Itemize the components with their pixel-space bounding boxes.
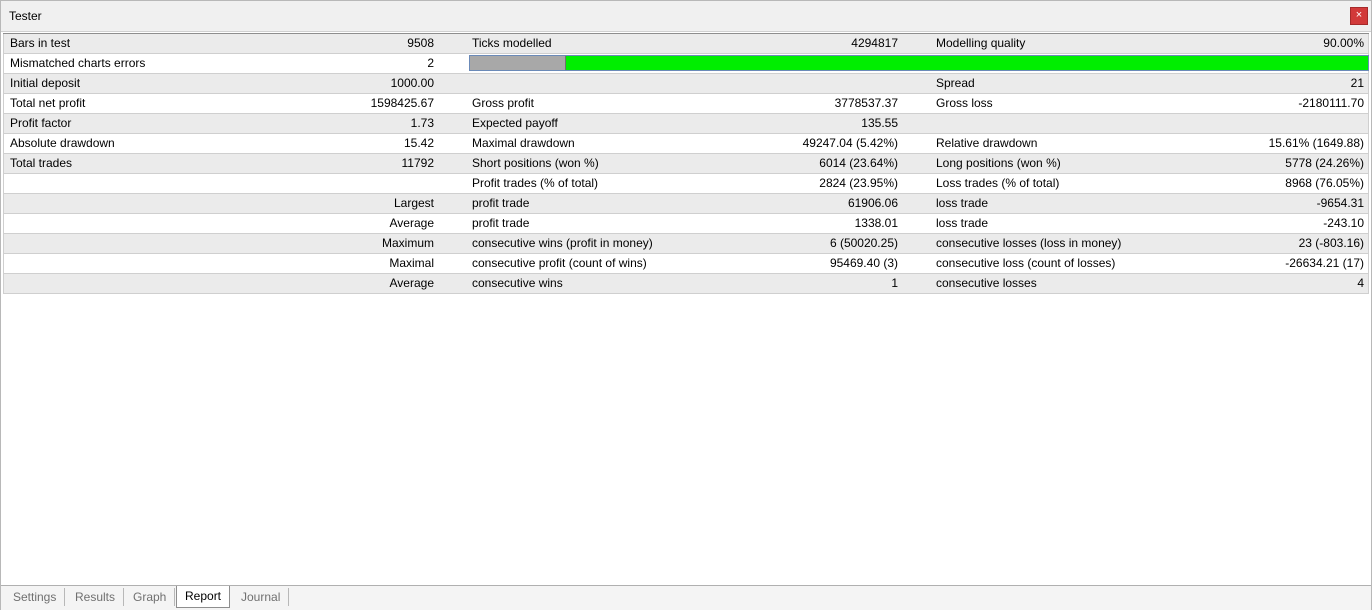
value-largest-loss-trade: -9654.31 (1316, 196, 1364, 210)
label-modelling-quality: Modelling quality (936, 36, 1026, 50)
label-total-trades: Total trades (10, 156, 73, 170)
label-expected-payoff: Expected payoff (472, 116, 558, 130)
table-row: Mismatched charts errors 2 (3, 54, 1369, 74)
label-total-net-profit: Total net profit (10, 96, 86, 110)
value-average-consecutive-losses: 4 (1357, 276, 1364, 290)
value-modelling-quality: 90.00% (1323, 36, 1364, 50)
value-initial-deposit: 1000.00 (390, 76, 434, 90)
label-largest-loss-trade: loss trade (936, 196, 989, 210)
value-average-profit-trade: 1338.01 (854, 216, 898, 230)
label-maximal-consecutive-loss: consecutive loss (count of losses) (936, 256, 1116, 270)
value-absolute-drawdown: 15.42 (403, 136, 434, 150)
value-spread: 21 (1350, 76, 1364, 90)
label-initial-deposit: Initial deposit (10, 76, 81, 90)
value-average-loss-trade: -243.10 (1323, 216, 1364, 230)
table-row: Average consecutive wins 1 consecutive l… (3, 274, 1369, 294)
value-ticks-modelled: 4294817 (851, 36, 898, 50)
value-maximal-consecutive-profit: 95469.40 (3) (829, 256, 898, 270)
label-gross-profit: Gross profit (472, 96, 535, 110)
label-ticks-modelled: Ticks modelled (472, 36, 552, 50)
label-mismatched-charts-errors: Mismatched charts errors (10, 56, 146, 70)
modelling-quality-bar (469, 55, 1369, 71)
value-expected-payoff: 135.55 (861, 116, 898, 130)
label-maximal-drawdown: Maximal drawdown (472, 136, 575, 150)
tab-settings[interactable]: Settings (5, 588, 66, 606)
report-table: Bars in test 9508 Ticks modelled 4294817… (3, 33, 1369, 294)
tab-journal[interactable]: Journal (233, 588, 290, 606)
label-largest: Largest (393, 196, 434, 210)
tab-report[interactable]: Report (176, 586, 231, 608)
label-bars-in-test: Bars in test (10, 36, 71, 50)
label-profit-factor: Profit factor (10, 116, 72, 130)
table-row: Total net profit 1598425.67 Gross profit… (3, 94, 1369, 114)
close-button[interactable]: × (1350, 7, 1368, 25)
label-maximum: Maximum (381, 236, 434, 250)
label-max-consecutive-wins: consecutive wins (profit in money) (472, 236, 653, 250)
table-row: Average profit trade 1338.01 loss trade … (3, 214, 1369, 234)
value-max-consecutive-wins: 6 (50020.25) (829, 236, 898, 250)
table-row: Absolute drawdown 15.42 Maximal drawdown… (3, 134, 1369, 154)
tester-window: Tester × Bars in test 9508 Ticks modelle… (0, 0, 1372, 610)
table-row: Profit trades (% of total) 2824 (23.95%)… (3, 174, 1369, 194)
label-largest-profit-trade: profit trade (472, 196, 530, 210)
value-profit-trades: 2824 (23.95%) (819, 176, 898, 190)
value-total-net-profit: 1598425.67 (370, 96, 434, 110)
value-mismatched-charts-errors: 2 (427, 56, 434, 70)
label-average: Average (389, 216, 434, 230)
modelling-quality-poor-segment (470, 56, 566, 70)
label-spread: Spread (936, 76, 975, 90)
value-bars-in-test: 9508 (407, 36, 434, 50)
value-average-consecutive-wins: 1 (891, 276, 898, 290)
table-row: Maximal consecutive profit (count of win… (3, 254, 1369, 274)
title-bar: Tester × (1, 1, 1371, 32)
label-maximal: Maximal (389, 256, 434, 270)
label-average-consecutive-losses: consecutive losses (936, 276, 1037, 290)
label-loss-trades: Loss trades (% of total) (936, 176, 1060, 190)
label-profit-trades: Profit trades (% of total) (472, 176, 599, 190)
value-relative-drawdown: 15.61% (1649.88) (1268, 136, 1364, 150)
value-maximal-drawdown: 49247.04 (5.42%) (802, 136, 898, 150)
table-row: Profit factor 1.73 Expected payoff 135.5… (3, 114, 1369, 134)
label-average-profit-trade: profit trade (472, 216, 530, 230)
table-row: Maximum consecutive wins (profit in mone… (3, 234, 1369, 254)
label-average-loss-trade: loss trade (936, 216, 989, 230)
value-loss-trades: 8968 (76.05%) (1285, 176, 1364, 190)
label-long-positions: Long positions (won %) (936, 156, 1061, 170)
tab-bar: Settings Results Graph Report Journal (1, 585, 1371, 610)
value-max-consecutive-losses: 23 (-803.16) (1298, 236, 1364, 250)
table-row: Largest profit trade 61906.06 loss trade… (3, 194, 1369, 214)
label-gross-loss: Gross loss (936, 96, 993, 110)
label-max-consecutive-losses: consecutive losses (loss in money) (936, 236, 1122, 250)
label-relative-drawdown: Relative drawdown (936, 136, 1038, 150)
table-row: Initial deposit 1000.00 Spread 21 (3, 74, 1369, 94)
value-long-positions: 5778 (24.26%) (1285, 156, 1364, 170)
value-profit-factor: 1.73 (410, 116, 434, 130)
table-row: Total trades 11792 Short positions (won … (3, 154, 1369, 174)
label-short-positions: Short positions (won %) (472, 156, 599, 170)
value-gross-profit: 3778537.37 (834, 96, 898, 110)
label-average-consecutive: Average (389, 276, 434, 290)
value-maximal-consecutive-loss: -26634.21 (17) (1285, 256, 1364, 270)
label-average-consecutive-wins: consecutive wins (472, 276, 563, 290)
close-icon: × (1355, 9, 1363, 21)
value-short-positions: 6014 (23.64%) (819, 156, 898, 170)
table-row: Bars in test 9508 Ticks modelled 4294817… (3, 34, 1369, 54)
label-maximal-consecutive-profit: consecutive profit (count of wins) (472, 256, 647, 270)
value-total-trades: 11792 (401, 156, 434, 170)
value-gross-loss: -2180111.70 (1298, 96, 1364, 110)
window-title: Tester (9, 9, 42, 23)
label-absolute-drawdown: Absolute drawdown (10, 136, 115, 150)
value-largest-profit-trade: 61906.06 (847, 196, 898, 210)
tab-results[interactable]: Results (67, 588, 125, 606)
tab-graph[interactable]: Graph (125, 588, 176, 606)
